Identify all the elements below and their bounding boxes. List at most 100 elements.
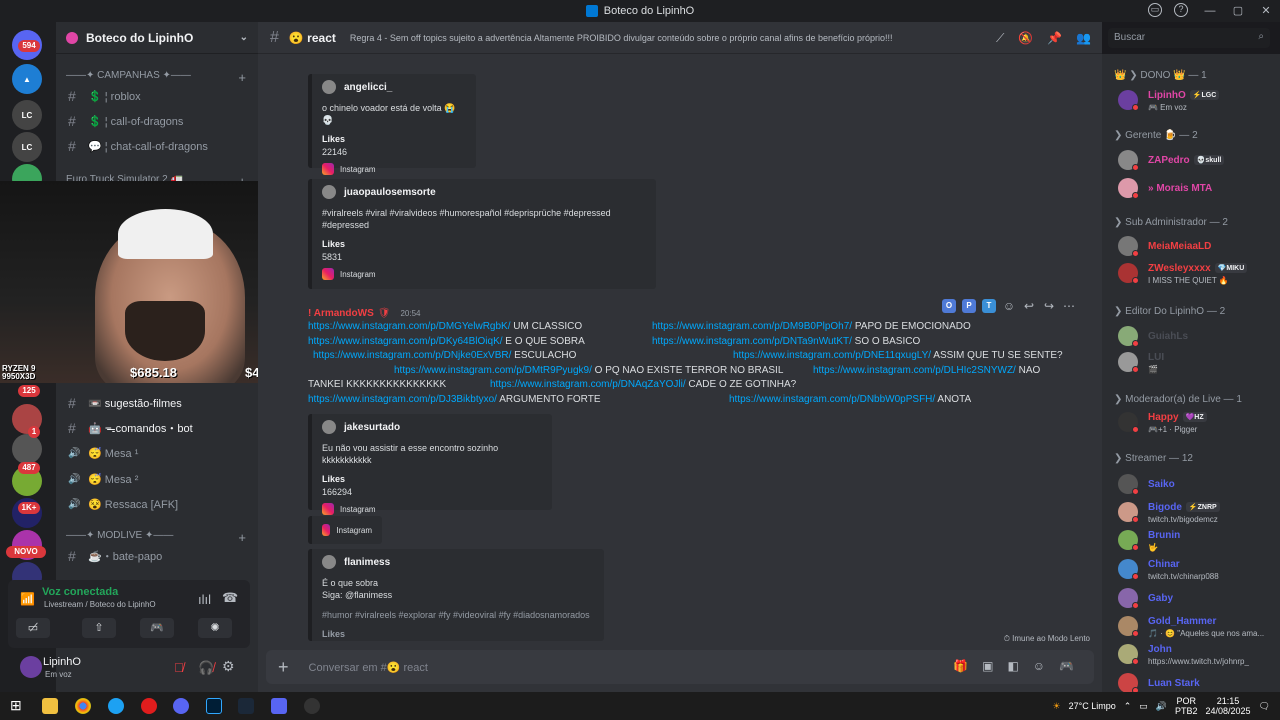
- steam-icon[interactable]: [238, 698, 254, 714]
- gif-icon[interactable]: ▣: [982, 659, 993, 673]
- member-item[interactable]: LUI 🎬: [1118, 350, 1278, 378]
- composer-placeholder[interactable]: Conversar em #😮 react: [309, 661, 428, 674]
- channel-item[interactable]: # 🤖 ᯓcomandos・bot: [64, 417, 250, 439]
- message-author[interactable]: ! ArmandoWS: [308, 308, 374, 319]
- avatar[interactable]: [20, 656, 42, 678]
- voice-channel-item[interactable]: 🔊 😴 Mesa ¹: [64, 442, 250, 464]
- instagram-link[interactable]: https://www.instagram.com/p/DNE11qxugLY/: [733, 350, 931, 361]
- camera-off-button[interactable]: ▭̸: [16, 618, 50, 638]
- member-item[interactable]: ZAPedro 💀skull: [1118, 148, 1278, 176]
- signal-icon[interactable]: 📶: [20, 592, 35, 606]
- voice-channel-item[interactable]: 🔊 😴 Mesa ²: [64, 468, 250, 490]
- instagram-link[interactable]: https://www.instagram.com/p/DKy64BlOiqK/: [308, 336, 503, 347]
- settings-gear-icon[interactable]: ⚙: [222, 658, 235, 675]
- close-button[interactable]: ✕: [1252, 0, 1280, 22]
- obs-icon[interactable]: [304, 698, 320, 714]
- add-channel-icon[interactable]: +: [238, 530, 246, 545]
- reaction-o[interactable]: O: [942, 299, 956, 313]
- role-header[interactable]: ❯ Moderador(a) de Live — 1: [1114, 394, 1242, 405]
- role-header[interactable]: ❯ Streamer — 12: [1114, 453, 1193, 464]
- role-header[interactable]: ❯ Editor Do LipinhO — 2: [1114, 306, 1225, 317]
- member-item[interactable]: Chinar twitch.tv/chinarp088: [1118, 557, 1278, 585]
- sticker-icon[interactable]: ◧: [1007, 659, 1018, 673]
- edge-icon[interactable]: [108, 698, 124, 714]
- voice-channel-item[interactable]: 🔊 😵 Ressaca [AFK]: [64, 493, 250, 515]
- server-icon[interactable]: [12, 434, 42, 464]
- emoji-icon[interactable]: ☺: [1033, 659, 1045, 673]
- notifications-icon[interactable]: 🔕: [1018, 31, 1033, 46]
- instagram-link[interactable]: https://www.instagram.com/p/DMGYelwRgbK/: [308, 321, 510, 332]
- network-icon[interactable]: ▭: [1139, 701, 1148, 712]
- disconnect-icon[interactable]: ☎: [222, 590, 238, 606]
- channel-item[interactable]: # 💲 ¦ call-of-dragons: [64, 110, 250, 132]
- member-item[interactable]: John https://www.twitch.tv/johnrp_: [1118, 642, 1278, 670]
- channel-topic[interactable]: Regra 4 - Sem off topics sujeito a adver…: [350, 33, 893, 43]
- mute-icon[interactable]: 🎙̸: [174, 660, 184, 675]
- instagram-link[interactable]: https://www.instagram.com/p/DMtR9Pyugk9/: [394, 365, 592, 376]
- member-item[interactable]: Saiko: [1118, 472, 1278, 500]
- voice-status[interactable]: Voz conectada: [42, 586, 118, 598]
- embed-author[interactable]: flanimess: [344, 557, 390, 568]
- reaction-p[interactable]: P: [962, 299, 976, 313]
- deafen-icon[interactable]: 🎧̸: [198, 660, 214, 676]
- member-item[interactable]: Happy 💜HZ 🎮+1 · Pigger: [1118, 410, 1278, 438]
- instagram-link[interactable]: https://www.instagram.com/p/DNbbW0pPSFH/: [729, 394, 935, 405]
- chrome-icon[interactable]: [75, 698, 91, 714]
- noise-suppression-icon[interactable]: ılıl: [198, 592, 211, 607]
- threads-icon[interactable]: ⟋: [996, 31, 1004, 46]
- channel-item[interactable]: # 💲 ¦ roblox: [64, 85, 250, 107]
- notifications-icon[interactable]: 🗨: [1259, 701, 1270, 712]
- reply-icon[interactable]: ↩: [1022, 299, 1036, 313]
- soundboard-button[interactable]: ✺: [198, 618, 232, 638]
- message-composer[interactable]: + Conversar em #😮 react 🎁 ▣ ◧ ☺ 🎮: [266, 650, 1094, 684]
- vpn-icon[interactable]: [173, 698, 189, 714]
- activity-button[interactable]: 🎮: [140, 618, 174, 638]
- channel-item[interactable]: # 💬 ¦ chat-call-of-dragons: [64, 135, 250, 157]
- instagram-link[interactable]: https://www.instagram.com/p/DJ3Bikbtyxo/: [308, 394, 497, 405]
- embed-author[interactable]: angelicci_: [344, 82, 392, 93]
- member-item[interactable]: » Morais MTA: [1118, 176, 1278, 204]
- pin-icon[interactable]: 📌: [1047, 31, 1062, 46]
- guild-header[interactable]: Boteco do LipinhO ⌄: [56, 22, 258, 54]
- instagram-link[interactable]: https://www.instagram.com/p/DNTa9nWutKT/: [652, 336, 852, 347]
- add-channel-icon[interactable]: +: [238, 70, 246, 85]
- role-header[interactable]: ❯ Sub Administrador — 2: [1114, 217, 1228, 228]
- embed-author[interactable]: jakesurtado: [344, 422, 400, 433]
- category-campanhas[interactable]: ——✦ CAMPANHAS ✦—— +: [66, 70, 246, 85]
- attach-plus-icon[interactable]: +: [278, 657, 289, 678]
- role-header[interactable]: 👑 ❯ DONO 👑 — 1: [1114, 70, 1207, 81]
- username[interactable]: LipinhO: [43, 656, 81, 668]
- member-item[interactable]: LipinhO ⚡LGC 🎮 Em voz: [1118, 88, 1278, 116]
- members-icon[interactable]: 👥: [1076, 31, 1091, 46]
- reaction-t[interactable]: T: [982, 299, 996, 313]
- language-indicator[interactable]: POR PTB2: [1175, 696, 1198, 716]
- maximize-button[interactable]: ▢: [1224, 0, 1252, 22]
- server-icon[interactable]: ▲: [12, 64, 42, 94]
- volume-icon[interactable]: 🔊: [1156, 701, 1167, 712]
- instagram-link[interactable]: https://www.instagram.com/p/DNjke0ExVBR/: [313, 350, 511, 361]
- member-item[interactable]: Gaby: [1118, 586, 1278, 614]
- embed-author[interactable]: juaopaulosemsorte: [344, 187, 436, 198]
- help-icon[interactable]: ?: [1174, 3, 1188, 17]
- file-explorer-icon[interactable]: [42, 698, 58, 714]
- windows-start-icon[interactable]: ⊞: [10, 697, 22, 714]
- category-modlive[interactable]: ——✦ MODLIVE ✦—— +: [66, 530, 246, 545]
- forward-icon[interactable]: ↪: [1042, 299, 1056, 313]
- server-icon[interactable]: LC: [12, 132, 42, 162]
- tray-chevron-icon[interactable]: ⌃: [1124, 701, 1132, 712]
- role-header[interactable]: ❯ Gerente 🍺 — 2: [1114, 130, 1198, 141]
- member-item[interactable]: Bigode ⚡ZNRP twitch.tv/bigodemcz: [1118, 500, 1278, 528]
- voice-location[interactable]: Livestream / Boteco do LipinhO: [44, 600, 156, 609]
- inbox-icon[interactable]: ▭: [1148, 3, 1162, 17]
- weather-label[interactable]: 27°C Limpo: [1069, 701, 1116, 711]
- channel-name[interactable]: 😮 react: [289, 31, 336, 45]
- member-item[interactable]: MeiaMeiaaLD: [1118, 234, 1278, 262]
- clock[interactable]: 21:15 24/08/2025: [1206, 696, 1251, 716]
- opera-icon[interactable]: [141, 698, 157, 714]
- server-icon[interactable]: LC: [12, 100, 42, 130]
- member-item[interactable]: Brunin 🤟: [1118, 528, 1278, 556]
- member-item[interactable]: GuiahLs: [1118, 324, 1278, 352]
- screen-share-button[interactable]: ⇧: [82, 618, 116, 638]
- search-input[interactable]: Buscar ⌕: [1108, 28, 1270, 48]
- channel-item[interactable]: # 📼 sugestão-filmes: [64, 392, 250, 414]
